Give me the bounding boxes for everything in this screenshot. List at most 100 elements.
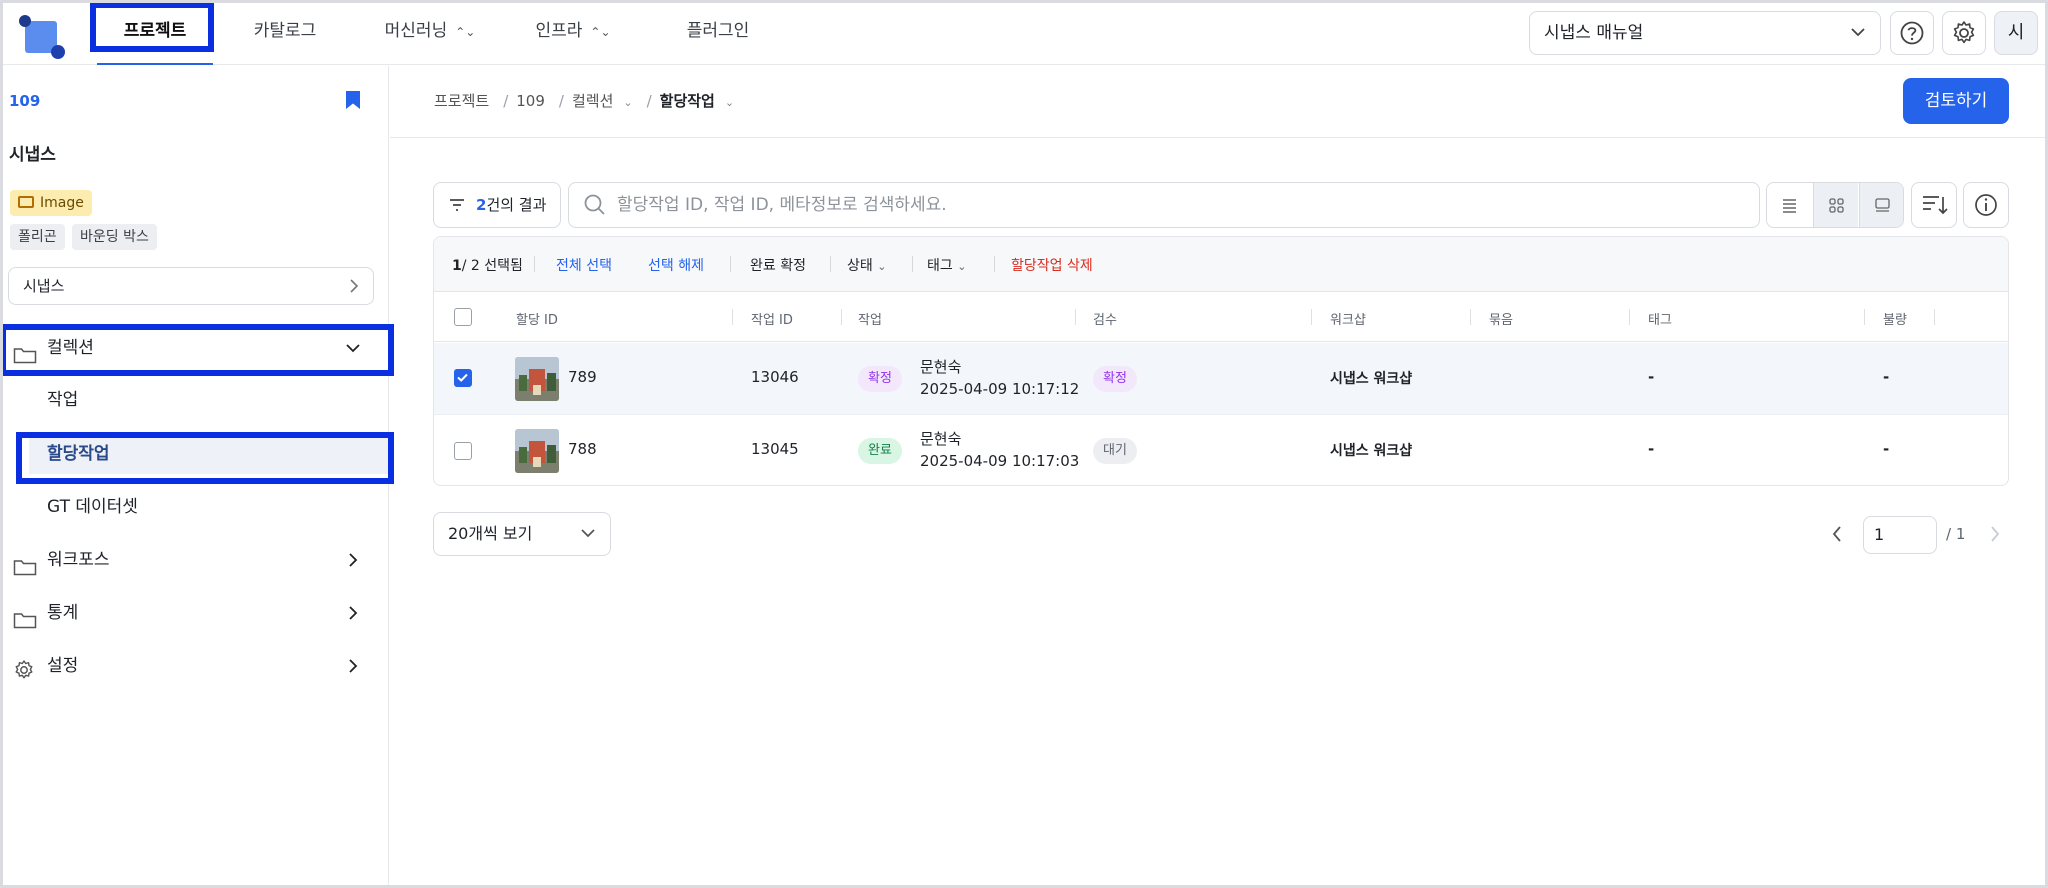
chevron-left-icon[interactable] xyxy=(1830,522,1844,551)
chevron-down-icon[interactable]: ⌄ xyxy=(623,96,632,109)
chevron-right-icon[interactable] xyxy=(1988,522,2002,551)
column-header[interactable]: 묶음 xyxy=(1489,309,1513,328)
row-checkbox[interactable] xyxy=(454,369,472,387)
column-header[interactable]: 작업 xyxy=(858,309,882,328)
column-separator[interactable] xyxy=(1075,309,1076,325)
grid-icon xyxy=(1829,198,1844,213)
breadcrumb-current[interactable]: 할당작업 xyxy=(660,92,715,110)
sidebar: 109 시냅스 Image 폴리곤 바운딩 박스 시냅스 컬렉션 작업 할당작업… xyxy=(3,66,389,885)
search-input[interactable] xyxy=(617,183,1747,227)
breadcrumb-collection[interactable]: 컬렉션 xyxy=(572,92,613,110)
column-header[interactable]: 태그 xyxy=(1648,309,1672,328)
column-separator[interactable] xyxy=(732,309,733,325)
row-checkbox[interactable] xyxy=(454,442,472,460)
delete-assignment-button[interactable]: 할당작업 삭제 xyxy=(1011,255,1093,275)
workspace-select[interactable]: 시냅스 xyxy=(8,267,374,305)
selection-count: 1/ 2 선택됨 xyxy=(452,255,523,275)
review-button[interactable]: 검토하기 xyxy=(1903,78,2009,124)
help-icon xyxy=(1900,21,1924,45)
bookmark-icon[interactable] xyxy=(345,90,361,110)
column-separator[interactable] xyxy=(1311,309,1312,325)
sidebar-item-settings[interactable]: 설정 xyxy=(9,646,379,686)
workspace-select-value: 시냅스 xyxy=(23,277,65,295)
nav-tab-catalog[interactable]: 카탈로그 xyxy=(235,3,335,65)
info-button[interactable] xyxy=(1963,182,2009,228)
column-header[interactable]: 불량 xyxy=(1883,309,1907,328)
result-suffix: 건의 결과 xyxy=(486,196,547,214)
select-all-checkbox[interactable] xyxy=(454,308,472,326)
manual-select[interactable]: 시냅스 매뉴얼 xyxy=(1529,11,1881,55)
sidebar-item-workforce[interactable]: 워크포스 xyxy=(9,540,379,580)
column-header[interactable]: 작업 ID xyxy=(751,309,793,328)
annotation-tag-bbox: 바운딩 박스 xyxy=(72,224,157,250)
sidebar-item-stats[interactable]: 통계 xyxy=(9,593,379,633)
confirm-complete-button[interactable]: 완료 확정 xyxy=(750,255,806,275)
column-separator[interactable] xyxy=(1934,309,1935,325)
gallery-view-button[interactable] xyxy=(1859,183,1903,227)
grid-view-button[interactable] xyxy=(1813,183,1858,227)
sidebar-item-collection[interactable]: 컬렉션 xyxy=(9,328,379,368)
column-separator[interactable] xyxy=(1470,309,1471,325)
app-logo[interactable] xyxy=(19,15,65,59)
chevron-down-icon[interactable]: ⌄ xyxy=(725,96,734,109)
settings-button[interactable] xyxy=(1942,11,1986,55)
page-number-input[interactable]: 1 xyxy=(1863,516,1937,554)
nav-tab-catalog-label: 카탈로그 xyxy=(253,21,317,41)
total-pages: / 1 xyxy=(1946,525,1966,543)
folder-icon xyxy=(13,604,37,644)
sort-button[interactable] xyxy=(1911,182,1957,228)
image-thumbnail[interactable] xyxy=(515,429,559,473)
search-icon xyxy=(583,183,607,231)
chevron-right-icon xyxy=(345,540,361,595)
column-separator[interactable] xyxy=(1629,309,1630,325)
table-row[interactable]: 788 13045 완료 문현숙 2025-04-09 10:17:03 대기 … xyxy=(434,415,2008,485)
chevron-down-icon xyxy=(1850,12,1866,71)
column-header[interactable]: 워크샵 xyxy=(1330,309,1366,328)
tag-value: - xyxy=(1648,440,1655,458)
result-count: 2 xyxy=(476,196,487,214)
chevron-down-icon: ⌄ xyxy=(877,260,887,273)
status-dropdown[interactable]: 상태 ⌄ xyxy=(847,255,886,275)
filter-button[interactable]: 2건의 결과 xyxy=(433,182,561,228)
sidebar-subitem-gt-dataset[interactable]: GT 데이터셋 xyxy=(29,487,389,527)
column-header[interactable]: 할당 ID xyxy=(516,309,558,328)
user-avatar-button[interactable]: 시 xyxy=(1994,11,2038,55)
nav-tab-plugin[interactable]: 플러그인 xyxy=(675,3,761,65)
chevron-down-icon xyxy=(345,328,361,383)
action-separator xyxy=(912,256,913,272)
select-all-button[interactable]: 전체 선택 xyxy=(556,255,612,275)
list-view-button[interactable] xyxy=(1767,183,1812,227)
deselect-button[interactable]: 선택 해제 xyxy=(648,255,704,275)
table-row[interactable]: 789 13046 확정 문현숙 2025-04-09 10:17:12 확정 … xyxy=(434,343,2008,415)
sidebar-subitem-tasks[interactable]: 작업 xyxy=(29,380,389,420)
image-thumbnail[interactable] xyxy=(515,357,559,401)
sidebar-subitem-assignments[interactable]: 할당작업 xyxy=(29,434,389,474)
tag-dropdown-label: 태그 xyxy=(927,258,953,274)
project-name: 시냅스 xyxy=(9,145,56,165)
nav-tab-machine-learning[interactable]: 머신러닝 ⌃⌄ xyxy=(375,3,485,65)
column-separator[interactable] xyxy=(841,309,842,325)
workshop-name: 시냅스 워크샵 xyxy=(1330,371,1413,387)
help-button[interactable] xyxy=(1890,11,1934,55)
page-size-select[interactable]: 20개씩 보기 xyxy=(433,512,611,556)
manual-select-value: 시냅스 매뉴얼 xyxy=(1544,23,1644,43)
total-count: / 2 xyxy=(461,258,480,274)
image-icon xyxy=(18,196,34,208)
tag-dropdown[interactable]: 태그 ⌄ xyxy=(927,255,966,275)
action-separator xyxy=(730,256,731,272)
column-header[interactable]: 검수 xyxy=(1093,309,1117,328)
breadcrumb-project-id[interactable]: 109 xyxy=(516,92,545,110)
nav-tab-infra[interactable]: 인프라 ⌃⌄ xyxy=(533,3,613,65)
sort-chevron-icon: ⌃⌄ xyxy=(590,25,611,39)
column-separator[interactable] xyxy=(1864,309,1865,325)
search-box[interactable] xyxy=(568,182,1760,228)
task-status-badge: 확정 xyxy=(858,366,902,392)
nav-tab-project[interactable]: 프로젝트 xyxy=(97,3,213,65)
breadcrumb-project[interactable]: 프로젝트 xyxy=(434,92,489,110)
task-timestamp: 2025-04-09 10:17:03 xyxy=(920,452,1080,470)
task-id: 13045 xyxy=(751,440,799,458)
breadcrumb-separator: / xyxy=(503,92,509,110)
action-separator xyxy=(994,256,995,272)
gear-icon xyxy=(13,656,35,696)
nav-tab-project-label: 프로젝트 xyxy=(123,21,187,41)
